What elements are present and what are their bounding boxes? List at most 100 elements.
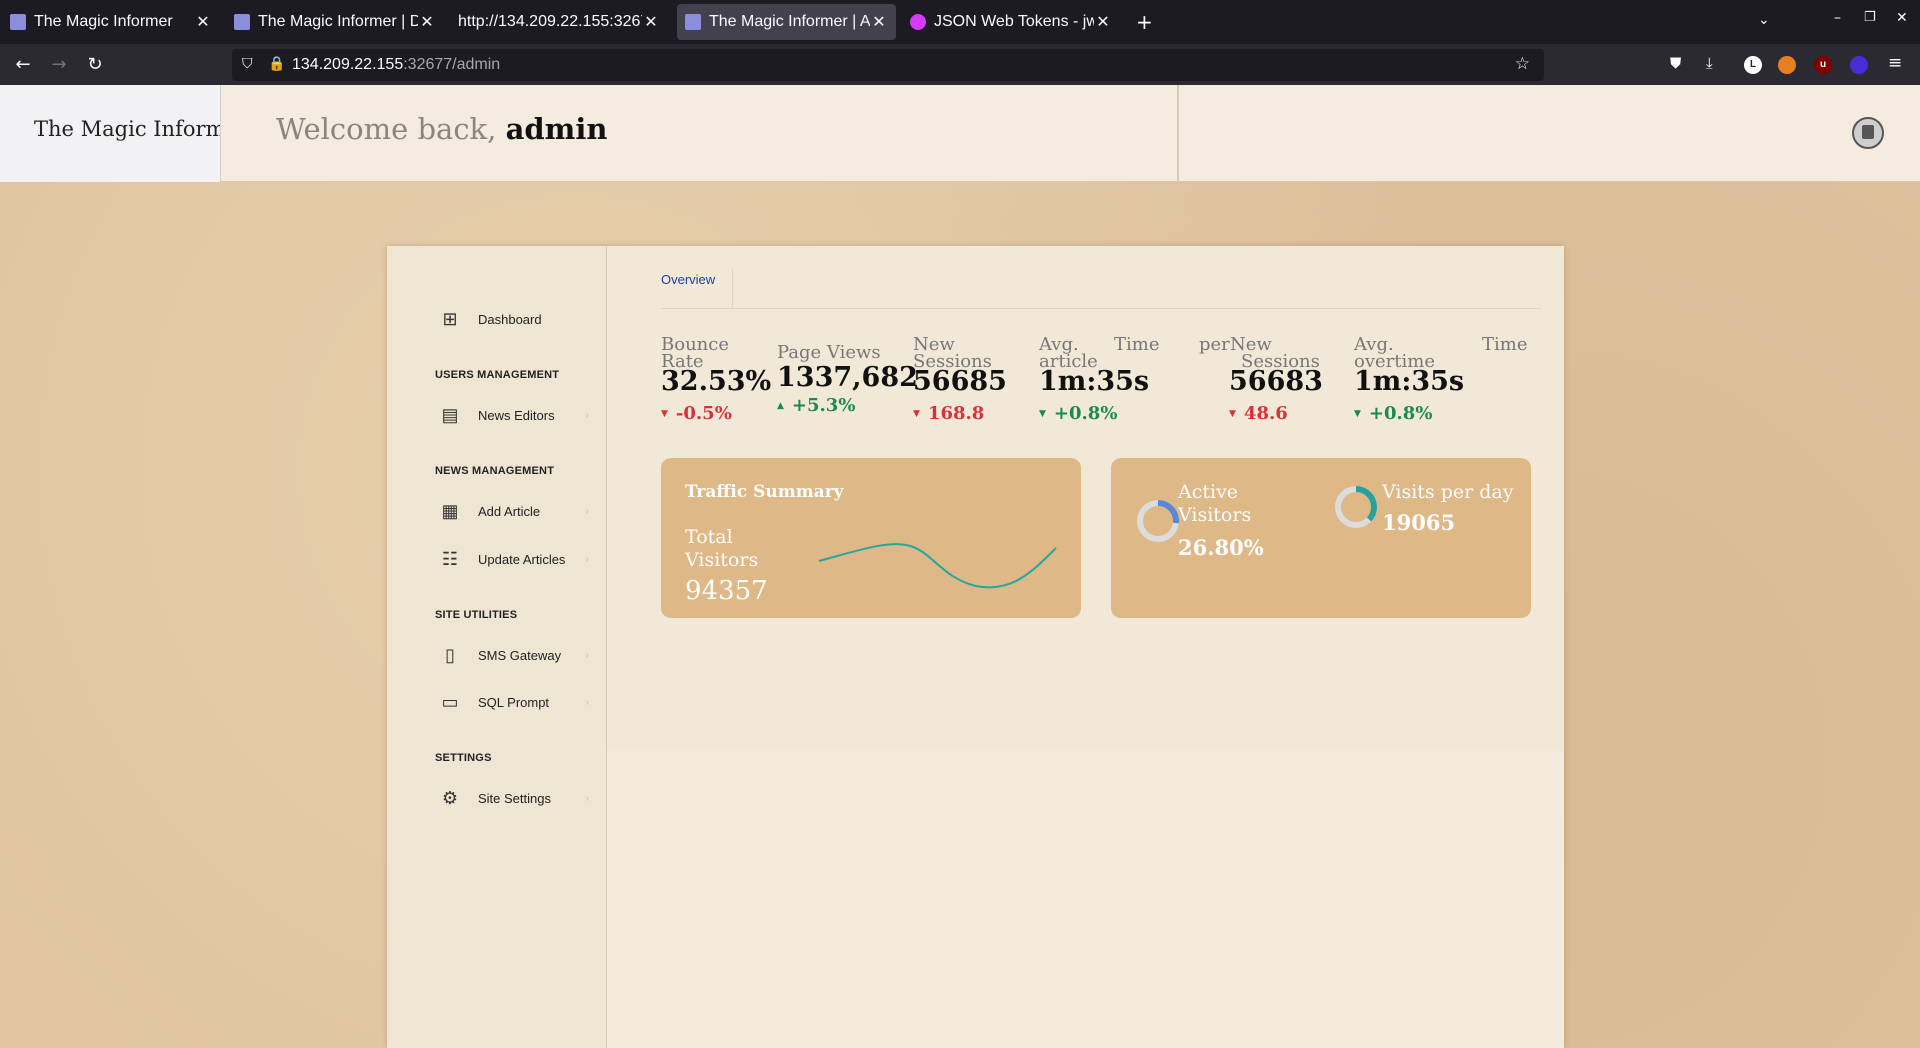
chevron-right-icon: › <box>585 649 589 661</box>
restore-icon[interactable]: ❐ <box>1864 10 1876 25</box>
admin-panel: ⊞ Dashboard USERS MANAGEMENT ▤ News Edit… <box>387 246 1564 1048</box>
download-icon[interactable]: ⤓ <box>1706 54 1713 72</box>
stat-label: Time <box>1482 334 1528 355</box>
close-tab-icon[interactable]: ✕ <box>1094 12 1112 32</box>
stat-value: 1337,682 <box>777 362 918 393</box>
stat-delta: ▼ 168.8 <box>913 403 985 424</box>
stat-label: Avg. article <box>1039 334 1098 372</box>
favicon-icon <box>234 14 250 30</box>
stat-label: New Sessions <box>1230 334 1320 372</box>
traffic-sparkline <box>818 543 1057 589</box>
visitors-card: Active Visitors 26.80% Visits per day 190… <box>1111 458 1531 618</box>
sidebar-item-label: Add Article <box>478 503 541 519</box>
main-content: Overview Bounce Rate 32.53% ▼ -0.5% Page V… <box>607 246 1564 1048</box>
section-users-management: USERS MANAGEMENT <box>435 369 560 381</box>
stat-value: 1m:35s <box>1039 366 1150 397</box>
active-visitors-donut <box>1137 500 1179 542</box>
browser-tab[interactable]: http://134.209.22.155:32677/ ✕ <box>450 4 668 40</box>
jwt-favicon-icon <box>910 14 926 30</box>
list-tabs-icon[interactable]: ⌄ <box>1758 12 1770 28</box>
favicon-icon <box>10 14 26 30</box>
caret-down-icon: ▼ <box>913 409 920 419</box>
active-visitors-value: 26.80% <box>1178 535 1264 560</box>
sidebar-item-news-editors[interactable]: ▤ News Editors › <box>439 400 589 430</box>
caret-down-icon: ▼ <box>1039 409 1046 419</box>
tab-title: The Magic Informer | Dashboard <box>258 13 418 30</box>
tab-title: JSON Web Tokens - jwt.io <box>934 13 1094 30</box>
pocket-icon[interactable]: ⛊ <box>1670 54 1681 72</box>
browser-tab[interactable]: The Magic Informer ✕ <box>2 4 220 40</box>
shield-icon[interactable]: ⛉ <box>242 56 253 72</box>
browser-tab-active[interactable]: The Magic Informer | Admin ✕ <box>677 4 896 40</box>
site-header: The Magic Informer Welcome back, admin <box>0 85 1920 182</box>
browser-tab-bar: The Magic Informer ✕ The Magic Informer … <box>0 0 1920 44</box>
browser-tab[interactable]: The Magic Informer | Dashboard ✕ <box>226 4 444 40</box>
menu-icon[interactable]: ≡ <box>1888 53 1902 73</box>
stat-label: Bounce Rate <box>661 334 729 372</box>
stat-value: 56683 <box>1229 366 1323 397</box>
brand-box: The Magic Informer <box>0 85 221 182</box>
url-text[interactable]: 134.209.22.155:32677/admin <box>292 56 500 74</box>
minimize-icon[interactable]: – <box>1834 10 1841 26</box>
browser-nav-bar: ← → ↻ ⛉ 🔒 134.209.22.155:32677/admin ☆ ⛊… <box>0 44 1920 85</box>
tab-title: The Magic Informer <box>34 13 173 30</box>
close-tab-icon[interactable]: ✕ <box>642 12 660 32</box>
stat-delta: ▼ -0.5% <box>661 403 732 424</box>
sidebar-item-label: Update Articles <box>478 551 566 567</box>
chevron-right-icon: › <box>585 792 589 804</box>
sidebar-item-site-settings[interactable]: ⚙ Site Settings › <box>439 783 589 813</box>
extension-icon[interactable]: L <box>1744 56 1762 74</box>
sidebar-item-add-article[interactable]: ▦ Add Article › <box>439 496 589 526</box>
lock-icon[interactable]: 🔒 <box>268 56 285 72</box>
chevron-right-icon: › <box>585 409 589 421</box>
tab-underline <box>661 308 1541 309</box>
stat-delta: ▲ +5.3% <box>777 395 856 416</box>
close-window-icon[interactable]: ✕ <box>1896 10 1908 26</box>
bookmark-star-icon[interactable]: ☆ <box>1515 54 1530 74</box>
chevron-right-icon: › <box>585 696 589 708</box>
tab-overview[interactable]: Overview <box>661 272 715 297</box>
chevron-right-icon: › <box>585 505 589 517</box>
visits-per-day-value: 19065 <box>1382 510 1456 535</box>
forward-icon[interactable]: → <box>46 52 72 78</box>
url-bar[interactable]: ⛉ 🔒 134.209.22.155:32677/admin ☆ <box>232 49 1544 81</box>
caret-down-icon: ▼ <box>1354 409 1361 419</box>
sidebar-item-sql-prompt[interactable]: ▭ SQL Prompt › <box>439 687 589 717</box>
extension-fox-icon[interactable] <box>1778 56 1796 74</box>
close-tab-icon[interactable]: ✕ <box>194 12 212 32</box>
avatar[interactable] <box>1852 117 1884 149</box>
sidebar-item-label: Dashboard <box>478 311 542 327</box>
extension-icon[interactable] <box>1850 56 1868 74</box>
traffic-summary-card: Traffic Summary Total Visitors 94357 <box>661 458 1081 618</box>
new-tab-icon[interactable]: + <box>1136 10 1153 34</box>
edit-list-icon: ☷ <box>441 549 459 569</box>
brand-title[interactable]: The Magic Informer <box>34 117 220 141</box>
stat-value: 56685 <box>913 366 1007 397</box>
section-settings: SETTINGS <box>435 752 492 764</box>
sidebar-item-dashboard[interactable]: ⊞ Dashboard <box>439 304 589 334</box>
ublock-icon[interactable]: u <box>1814 56 1832 74</box>
sidebar-item-update-articles[interactable]: ☷ Update Articles › <box>439 544 589 574</box>
welcome-heading: Welcome back, admin <box>276 112 607 146</box>
welcome-prefix: Welcome back, <box>276 112 497 146</box>
close-tab-icon[interactable]: ✕ <box>418 12 436 32</box>
section-news-management: NEWS MANAGEMENT <box>435 465 555 477</box>
sidebar: ⊞ Dashboard USERS MANAGEMENT ▤ News Edit… <box>387 246 607 1048</box>
tab-title: The Magic Informer | Admin <box>709 13 870 30</box>
stat-value: 32.53% <box>661 366 772 397</box>
stat-delta: ▼ 48.6 <box>1229 403 1288 424</box>
chevron-right-icon: › <box>585 553 589 565</box>
dashboard-grid-icon: ⊞ <box>442 309 458 329</box>
back-icon[interactable]: ← <box>10 52 36 78</box>
editors-icon: ▤ <box>441 405 459 425</box>
caret-down-icon: ▼ <box>1229 409 1236 419</box>
sidebar-item-label: SQL Prompt <box>478 694 550 710</box>
sidebar-item-sms-gateway[interactable]: ▯ SMS Gateway › <box>439 640 589 670</box>
stat-label: Page Views <box>777 342 881 363</box>
tab-title: http://134.209.22.155:32677/ <box>458 13 642 30</box>
stat-delta: ▼ +0.8% <box>1039 403 1118 424</box>
browser-tab[interactable]: JSON Web Tokens - jwt.io ✕ <box>902 4 1120 40</box>
close-tab-icon[interactable]: ✕ <box>870 12 888 32</box>
stat-label: Avg. overtime <box>1354 334 1435 372</box>
reload-icon[interactable]: ↻ <box>82 52 108 78</box>
